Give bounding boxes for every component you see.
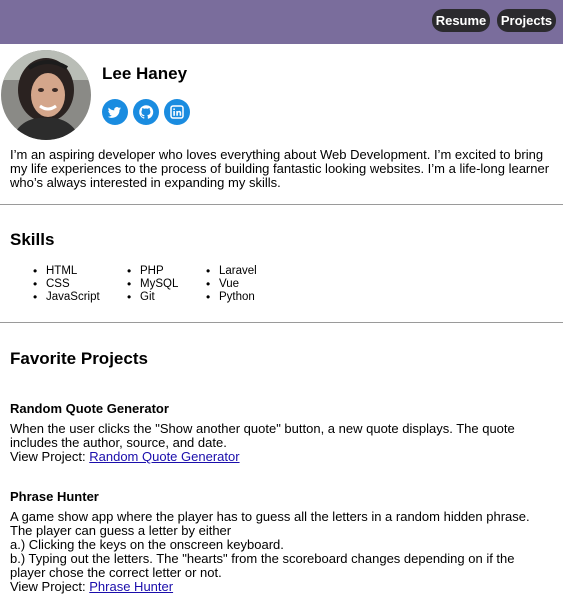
skills-column: HTML CSS JavaScript <box>33 265 100 304</box>
skills-column: PHP MySQL Git <box>127 265 178 304</box>
top-nav-bar: Resume Projects <box>0 0 563 44</box>
resume-button[interactable]: Resume <box>432 9 490 32</box>
bio-section: I’m an aspiring developer who loves ever… <box>0 140 563 204</box>
projects-button[interactable]: Projects <box>497 9 556 32</box>
projects-title: Favorite Projects <box>10 349 148 368</box>
skills-section: Skills HTML CSS JavaScript PHP MySQL Git… <box>0 205 563 322</box>
skills-column: Laravel Vue Python <box>206 265 257 304</box>
project-view-line: View Project: Random Quote Generator <box>10 450 553 464</box>
skill-item: Git <box>127 291 178 304</box>
project-card: Random Quote Generator When the user cli… <box>0 401 563 464</box>
github-icon[interactable] <box>133 99 159 125</box>
skill-item: Laravel <box>206 265 257 278</box>
project-link[interactable]: Phrase Hunter <box>89 579 173 594</box>
view-project-label: View Project: <box>10 579 90 594</box>
profile-name: Lee Haney <box>102 64 188 83</box>
project-title: Random Quote Generator <box>10 401 169 416</box>
projects-section: Favorite Projects Random Quote Generator… <box>0 323 563 594</box>
skill-item: Vue <box>206 278 257 291</box>
project-description-step: b.) Typing out the letters. The "hearts"… <box>10 551 515 580</box>
skill-item: JavaScript <box>33 291 100 304</box>
avatar <box>1 50 91 140</box>
skill-item: HTML <box>33 265 100 278</box>
twitter-icon[interactable] <box>102 99 128 125</box>
bio-text: I’m an aspiring developer who loves ever… <box>10 147 550 190</box>
skill-item: PHP <box>127 265 178 278</box>
project-description: A game show app where the player has to … <box>10 509 530 538</box>
skills-title: Skills <box>10 230 55 249</box>
project-view-line: View Project: Phrase Hunter <box>10 580 553 594</box>
project-card: Phrase Hunter A game show app where the … <box>0 489 563 594</box>
project-description-step: a.) Clicking the keys on the onscreen ke… <box>10 537 284 552</box>
linkedin-icon[interactable] <box>164 99 190 125</box>
project-title: Phrase Hunter <box>10 489 99 504</box>
skill-item: MySQL <box>127 278 178 291</box>
profile-header: Lee Haney <box>0 44 563 140</box>
skills-list: HTML CSS JavaScript PHP MySQL Git Larave… <box>0 265 563 305</box>
view-project-label: View Project: <box>10 449 90 464</box>
skill-item: Python <box>206 291 257 304</box>
project-description: When the user clicks the "Show another q… <box>10 421 515 450</box>
skill-item: CSS <box>33 278 100 291</box>
project-link[interactable]: Random Quote Generator <box>89 449 239 464</box>
